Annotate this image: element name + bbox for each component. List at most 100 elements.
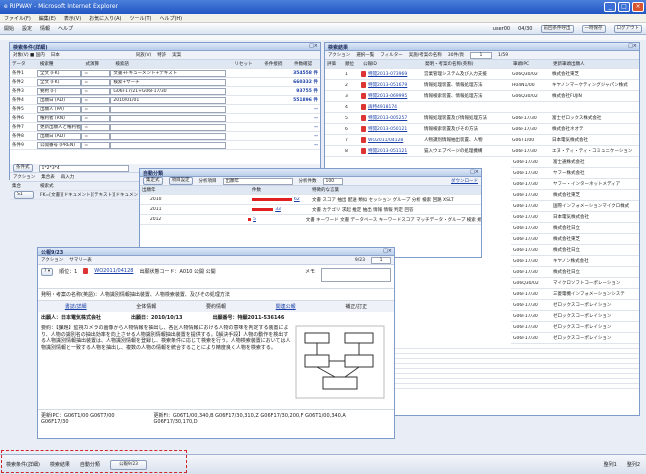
op-select[interactable]: = [81, 96, 111, 104]
link-related[interactable]: 関連公報 [276, 303, 296, 310]
results-row[interactable]: G06F17/30 ゼロックスコーポレイション [511, 333, 639, 344]
field-select[interactable]: 出願日 (AD) [37, 96, 82, 104]
link-correction[interactable]: 補正/訂正 [345, 303, 367, 310]
result-id[interactable]: 特開2013-069995 [366, 93, 422, 99]
op-select[interactable]: = [81, 69, 111, 77]
menu-file[interactable]: ファイル(F) [4, 15, 31, 22]
search-word-input[interactable]: 検索+サーチ [110, 78, 226, 86]
field-select[interactable]: 全文 (FK) [37, 78, 82, 86]
gazette-pub-no[interactable]: WO2011/04128 [94, 268, 133, 274]
results-row[interactable]: G06F17/30 ゼロックスコーポレイション [511, 300, 639, 311]
link-overall[interactable]: 全体情報 [136, 303, 156, 310]
search-word-input[interactable] [110, 132, 226, 140]
search-word-input[interactable] [110, 114, 226, 122]
eval-select[interactable]: ? ▾ [41, 268, 54, 276]
results-row[interactable]: G06F17/30 株式会社日立 [511, 245, 639, 256]
analysis-row[interactable]: 2010 62 文書 スコア 抽出 配送 類似 セッション グループ 分析 検索 回… [140, 195, 481, 205]
op-select[interactable]: = [81, 114, 111, 122]
result-id[interactable]: 特開2013-051679 [366, 82, 422, 88]
results-row[interactable]: 1 特開2013-073969 営業管理システム及び入力支援 G06Q30/02 株式会… [325, 69, 639, 80]
count-value[interactable]: 33 [275, 207, 281, 212]
search-word-input[interactable]: 2010/01/01 [110, 96, 226, 104]
panel-close-icon[interactable]: □× [470, 169, 479, 175]
field-select[interactable]: 全文 (FK) [37, 69, 82, 77]
results-row[interactable]: G06F17/30 富士通株式会社 [511, 157, 639, 168]
result-id[interactable]: 特開2013-050121 [366, 126, 422, 132]
results-page-input[interactable]: 1 [469, 51, 492, 59]
toolbar-start[interactable]: 開始 [4, 25, 14, 32]
results-row[interactable]: G06F17/30 株式会社日立 [511, 267, 639, 278]
recall-button[interactable]: 前回条件呼出 [540, 24, 574, 33]
menu-tools[interactable]: ツール(T) [130, 15, 152, 22]
arrange-2[interactable]: 整列2 [627, 461, 640, 468]
result-id[interactable]: 特開2013-073969 [366, 71, 422, 77]
tab-action[interactable]: アクション [13, 174, 35, 180]
option-scope[interactable]: 対象(V) ■ 国内 [13, 52, 45, 58]
results-row[interactable]: G06F17/30 株式会社日立 [511, 223, 639, 234]
link-abstract[interactable]: 要約情報 [206, 303, 226, 310]
search-word-input[interactable]: G06F17/21+G06F17/30 [110, 87, 226, 95]
analysis-settings[interactable]: 項目設定 [168, 177, 193, 185]
count-value[interactable]: 5 [253, 217, 256, 222]
results-sort[interactable]: 実施/考案の名称 [409, 52, 442, 58]
results-select[interactable]: 選択一覧 [356, 52, 374, 58]
result-id[interactable]: WO2011/04128 [366, 138, 422, 143]
download-link[interactable]: ダウンロード [451, 178, 478, 184]
field-select[interactable]: 更新出願人と権利者 (PAR) [37, 123, 82, 131]
results-row[interactable]: G06F17/30 株式会社東芝 [511, 234, 639, 245]
results-row[interactable]: G06F17/30 ゼロックスコーポレイション [511, 311, 639, 322]
field-select[interactable]: 権利者 (RN) [37, 114, 82, 122]
count-value[interactable]: 62 [294, 197, 300, 202]
results-row[interactable]: G06F17/30 株式会社東芝 [511, 190, 639, 201]
tab-reinput[interactable]: 再入力 [61, 174, 75, 180]
op-select[interactable]: = [81, 141, 111, 149]
results-row[interactable]: 4 再特4918174 [325, 102, 639, 113]
search-word-input[interactable] [110, 141, 226, 149]
analysis-row[interactable]: 2012 5 文書 キーワード 文書 データベース キーワードスコア マッチデータ・… [140, 215, 481, 225]
results-row[interactable]: 3 特開2013-069995 情報検索装置、情報処理方法 G06Q30/02 株式会社… [325, 91, 639, 102]
results-row[interactable]: 6 特開2013-050121 情報検索装置及びその方法 G06F17/30 株式会社ネ… [325, 124, 639, 135]
op-select[interactable]: = [81, 105, 111, 113]
result-id[interactable]: 特開2013-051121 [366, 148, 422, 154]
results-action[interactable]: アクション [328, 52, 350, 58]
search-word-input[interactable]: 文書+Fキューメント+テキスト [110, 69, 226, 77]
results-row[interactable]: 5 特開2013-005257 情報処理装置及び情報処理方法 G06F17/30 富士ゼ… [325, 113, 639, 124]
formula-button[interactable]: 条件式 [13, 164, 33, 172]
temp-save-button[interactable]: 一時保存 [581, 24, 606, 33]
formula-input[interactable]: 1*2*3*4 [38, 164, 129, 172]
toolbar-settings[interactable]: 設定 [22, 25, 32, 32]
option-patent[interactable]: 特許 [157, 52, 166, 58]
menu-favorites[interactable]: お気に入り(A) [89, 15, 121, 22]
option-japan[interactable]: 日本 [51, 52, 60, 58]
gazette-action[interactable]: アクション [41, 257, 63, 263]
pdf-icon[interactable] [83, 268, 89, 274]
analysis-row[interactable]: 2011 33 文書 カテゴリ 求起 推定 抽出 情報 情報 判定 回答 [140, 205, 481, 215]
gazette-summary[interactable]: サマリー表 [69, 257, 92, 263]
results-filter[interactable]: フィルター [380, 52, 402, 58]
toolbar-info[interactable]: 情報 [40, 25, 50, 32]
search-word-input[interactable] [110, 105, 226, 113]
results-row[interactable]: G06F17/30 三菱電機インフォメーションシステ [511, 289, 639, 300]
results-row[interactable]: G06Q30/02 マイクロソフトコーポレーション [511, 278, 639, 289]
analysis-item-select[interactable]: 出願年 [222, 177, 293, 185]
field-select[interactable]: 要約 (F) [37, 87, 82, 95]
set-id[interactable]: S1 [14, 191, 34, 199]
panel-close-icon[interactable]: □× [309, 43, 318, 49]
toolbar-help[interactable]: ヘルプ [58, 25, 73, 32]
menu-view[interactable]: 表示(V) [64, 15, 81, 22]
results-row[interactable]: G06F17/30 ヤフー株式会社 [511, 168, 639, 179]
arrange-1[interactable]: 整列1 [604, 461, 617, 468]
results-row[interactable]: G06F17/30 ヤフー・インターネットメディア [511, 179, 639, 190]
memo-input[interactable] [321, 268, 391, 282]
analysis-count-input[interactable]: 100 [322, 177, 343, 185]
option-utility[interactable]: 実案 [172, 52, 181, 58]
search-word-input[interactable] [110, 123, 226, 131]
results-row[interactable]: G06F17/30 ゼロックスコーポレイション [511, 322, 639, 333]
result-id[interactable]: 特開2013-005257 [366, 115, 422, 121]
results-per-page[interactable]: 30件/頁 [448, 52, 464, 58]
minimize-icon[interactable]: _ [604, 2, 616, 12]
field-select[interactable]: 出願日 (AD) [37, 132, 82, 140]
results-row[interactable]: G06F17/30 日本電気株式会社 [511, 212, 639, 223]
results-row[interactable]: 7 WO2011/04128 人物識別情報抽出装置、人物 G06T1/00 日本電気株式… [325, 135, 639, 146]
gazette-page-input[interactable]: 1 [371, 256, 391, 264]
